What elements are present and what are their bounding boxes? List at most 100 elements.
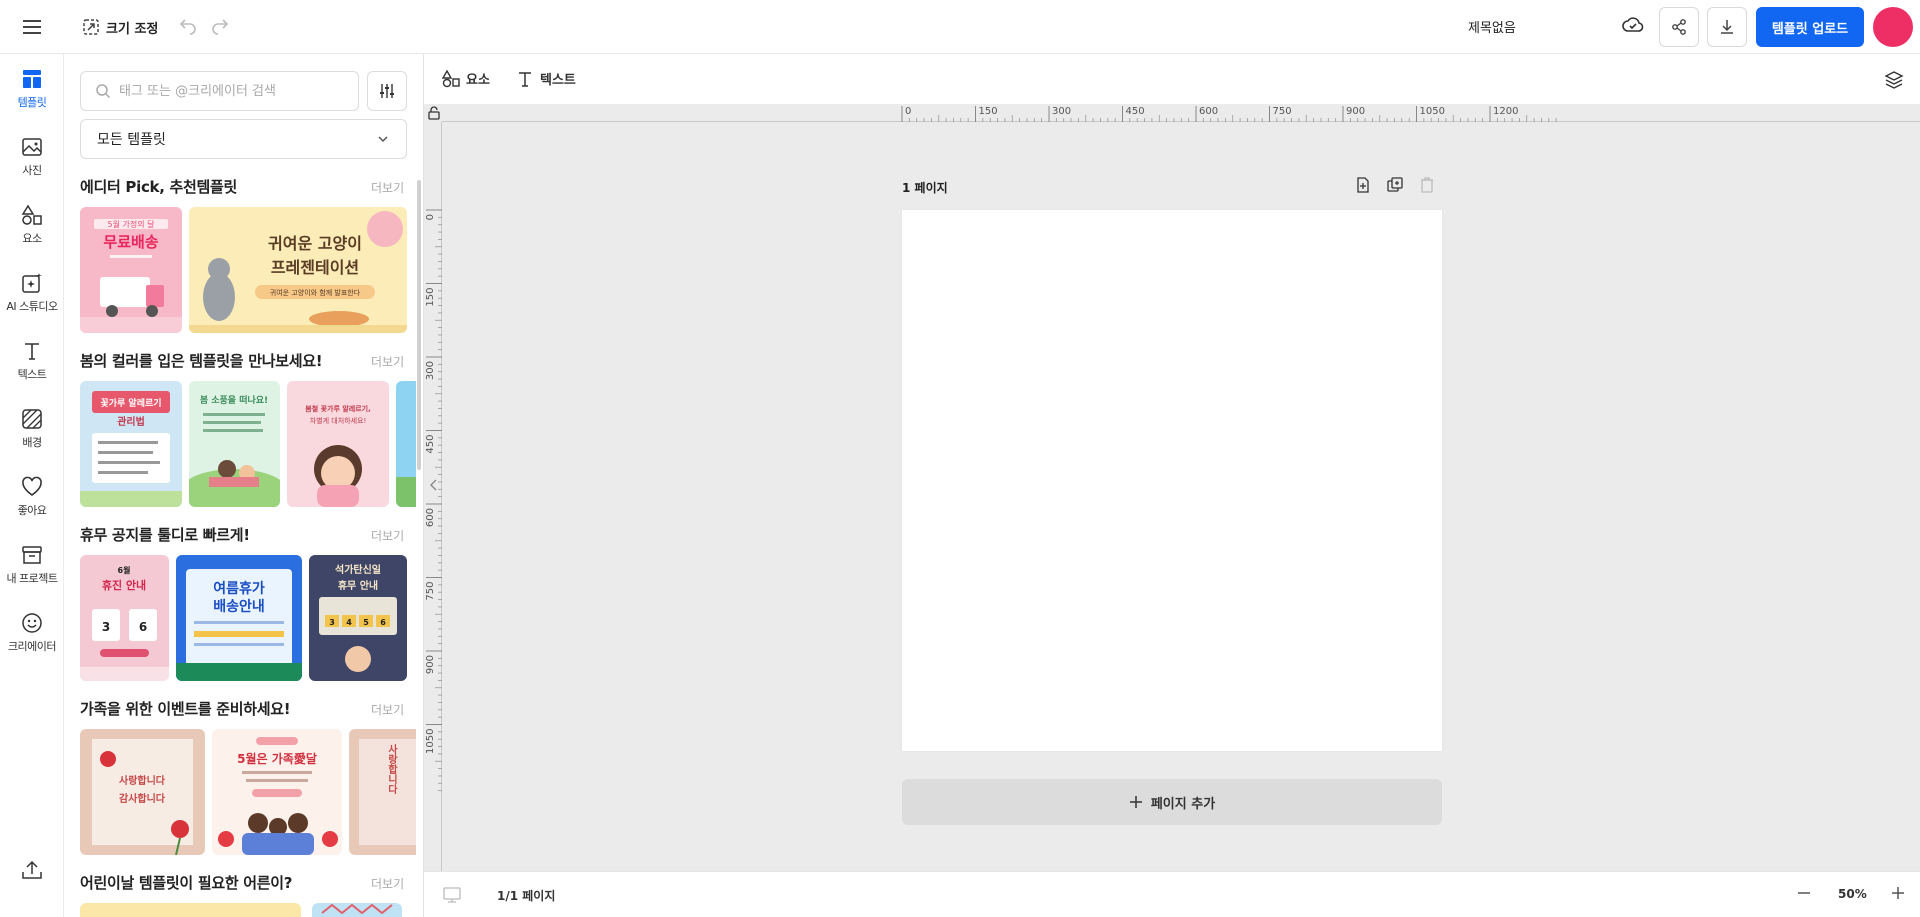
ruler-label: 1050 bbox=[425, 729, 436, 754]
template-search[interactable] bbox=[80, 71, 359, 111]
document-title[interactable]: 제목없음 bbox=[1468, 17, 1516, 36]
more-link[interactable]: 더보기 bbox=[371, 179, 404, 196]
sliders-icon bbox=[380, 84, 394, 98]
add-page-button[interactable]: 페이지 추가 bbox=[902, 779, 1442, 825]
rail-item-text[interactable]: 텍스트 bbox=[0, 336, 64, 396]
resize-button[interactable]: 크기 조정 bbox=[82, 14, 158, 40]
download-button[interactable] bbox=[1707, 7, 1747, 47]
redo-icon[interactable] bbox=[210, 15, 230, 39]
thumb-text: 5 bbox=[363, 618, 369, 627]
more-link[interactable]: 더보기 bbox=[371, 527, 404, 544]
collapse-panel-icon[interactable] bbox=[428, 477, 440, 497]
rail-item-elements[interactable]: 요소 bbox=[0, 200, 64, 260]
template-category-select[interactable]: 모든 템플릿 bbox=[80, 119, 407, 159]
template-thumbnail[interactable] bbox=[80, 903, 301, 917]
ruler-label: 600 bbox=[425, 508, 436, 527]
rail-label: 좋아요 bbox=[17, 504, 47, 517]
panel-scrollbar[interactable] bbox=[417, 180, 421, 470]
thumb-text: 사랑합니다 bbox=[386, 743, 398, 795]
thumb-text: 5월은 가족愛달 bbox=[237, 751, 317, 766]
zoom-out-icon[interactable] bbox=[1796, 885, 1812, 905]
delete-page-icon[interactable] bbox=[1418, 176, 1436, 198]
search-input[interactable] bbox=[119, 83, 339, 99]
canvas-toolbar: 요소 텍스트 bbox=[424, 54, 1920, 104]
text-tool-button[interactable]: 텍스트 bbox=[516, 69, 576, 88]
thumb-text: 휴진 안내 bbox=[102, 578, 146, 592]
text-icon bbox=[25, 343, 39, 360]
rail-item-photo[interactable]: 사진 bbox=[0, 132, 64, 192]
user-avatar[interactable] bbox=[1873, 7, 1913, 47]
background-icon bbox=[22, 409, 42, 429]
thumb-text: 5월 가정의 달 bbox=[108, 219, 156, 229]
template-thumbnail[interactable]: 5월은 가족愛달 bbox=[212, 729, 342, 855]
ai-sparkle-icon bbox=[22, 273, 42, 293]
rail-label: 크리에이터 bbox=[7, 640, 57, 653]
template-thumbnail[interactable]: 석가탄신일 휴무 안내 3 4 5 6 bbox=[309, 555, 407, 681]
lock-icon[interactable] bbox=[427, 106, 441, 124]
zoom-in-icon[interactable] bbox=[1890, 885, 1906, 905]
template-thumbnail[interactable]: 사랑합니다 bbox=[349, 729, 416, 855]
template-thumbnail[interactable]: 꽃가루 알레르기 관리법 bbox=[80, 381, 182, 507]
template-thumbnail[interactable] bbox=[396, 381, 416, 507]
smile-icon bbox=[22, 613, 42, 633]
template-upload-button[interactable]: 템플릿 업로드 bbox=[1756, 7, 1864, 47]
section-title: 봄의 컬러를 입은 템플릿을 만나보세요! bbox=[80, 352, 323, 370]
plus-icon bbox=[1129, 796, 1142, 808]
more-link[interactable]: 더보기 bbox=[371, 875, 404, 892]
thumb-text: 무료배송 bbox=[103, 233, 158, 251]
upload-icon[interactable] bbox=[20, 858, 44, 886]
ruler-label: 750 bbox=[425, 582, 436, 601]
rail-label: 사진 bbox=[22, 164, 42, 177]
rail-item-likes[interactable]: 좋아요 bbox=[0, 472, 64, 532]
template-thumbnail[interactable]: 봄철 꽃가루 알레르기, 차별게 대처하세요! bbox=[287, 381, 389, 507]
duplicate-page-icon[interactable] bbox=[1386, 176, 1404, 198]
ruler-label: 900 bbox=[425, 655, 436, 674]
presentation-icon[interactable] bbox=[442, 886, 462, 908]
shapes-icon bbox=[21, 204, 42, 225]
heart-icon bbox=[22, 476, 42, 496]
thumb-text: 감사합니다 bbox=[119, 792, 166, 805]
add-page-icon[interactable] bbox=[1354, 176, 1372, 198]
zoom-level[interactable]: 50% bbox=[1838, 887, 1867, 901]
layers-icon[interactable] bbox=[1884, 70, 1904, 94]
template-thumbnail[interactable]: 귀여운 고양이 프레젠테이션 귀여운 고양이와 함께 발표한다 bbox=[189, 207, 407, 333]
rail-item-my-projects[interactable]: 내 프로젝트 bbox=[0, 540, 64, 600]
rail-item-creator[interactable]: 크리에이터 bbox=[0, 608, 64, 668]
ruler-label: 900 bbox=[1346, 106, 1365, 117]
ruler-label: 150 bbox=[425, 288, 436, 307]
thumb-text: 여름휴가 bbox=[213, 580, 265, 597]
archive-icon bbox=[22, 546, 42, 564]
ruler-label: 600 bbox=[1199, 106, 1218, 117]
thumb-text: 사랑합니다 bbox=[119, 774, 166, 787]
rail-item-ai-studio[interactable]: AI 스튜디오 bbox=[0, 268, 64, 328]
template-thumbnail[interactable]: 여름휴가 배송안내 bbox=[176, 555, 302, 681]
rail-item-background[interactable]: 배경 bbox=[0, 404, 64, 464]
canvas-workspace[interactable]: 0 150 300 450 600 750 900 1050 1200 0 150 300 450 60… bbox=[424, 104, 1920, 871]
rail-label: 텍스트 bbox=[17, 368, 47, 381]
thumb-text: 휴무 안내 bbox=[338, 579, 378, 592]
template-thumbnail[interactable]: 봄 소풍을 떠나요! bbox=[189, 381, 280, 507]
ruler-label: 300 bbox=[425, 361, 436, 380]
rail-item-template[interactable]: 템플릿 bbox=[0, 64, 64, 124]
hamburger-menu-icon[interactable] bbox=[20, 15, 44, 39]
ruler-label: 0 bbox=[425, 214, 436, 220]
more-link[interactable]: 더보기 bbox=[371, 701, 404, 718]
undo-icon[interactable] bbox=[178, 15, 198, 39]
rail-label: 요소 bbox=[22, 232, 42, 245]
search-icon bbox=[96, 84, 111, 99]
design-page[interactable] bbox=[902, 210, 1442, 751]
ruler-label: 450 bbox=[425, 435, 436, 454]
chevron-down-icon bbox=[378, 136, 388, 143]
cloud-sync-icon[interactable] bbox=[1622, 15, 1644, 41]
elements-tool-button[interactable]: 요소 bbox=[442, 69, 490, 88]
horizontal-ruler: 0 150 300 450 600 750 900 1050 1200 bbox=[442, 104, 1920, 122]
template-thumbnail[interactable] bbox=[312, 903, 402, 917]
share-button[interactable] bbox=[1659, 7, 1699, 47]
thumb-text: 차별게 대처하세요! bbox=[310, 416, 367, 425]
template-thumbnail[interactable]: 6월 휴진 안내 3 6 bbox=[80, 555, 169, 681]
thumb-text: 귀여운 고양이와 함께 발표한다 bbox=[270, 288, 361, 297]
template-thumbnail[interactable]: 사랑합니다 감사합니다 bbox=[80, 729, 205, 855]
filter-button[interactable] bbox=[367, 71, 407, 111]
template-thumbnail[interactable]: 5월 가정의 달 무료배송 bbox=[80, 207, 182, 333]
more-link[interactable]: 더보기 bbox=[371, 353, 404, 370]
